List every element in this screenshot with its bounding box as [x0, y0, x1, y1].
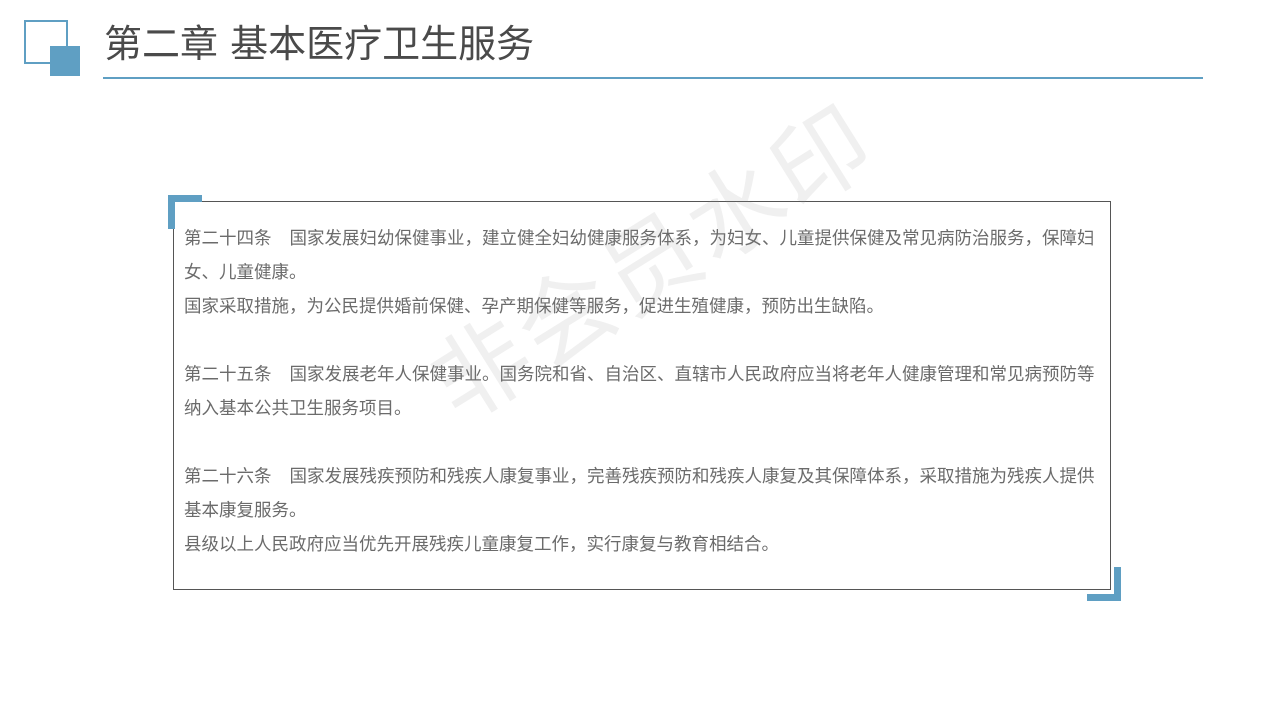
article-24: 第二十四条 国家发展妇幼保健事业，建立健全妇幼健康服务体系，为妇女、儿童提供保健及…: [184, 222, 1099, 324]
slide: 第二章 基本医疗卫生服务 第二十四条 国家发展妇幼保健事业，建立健全妇幼健康服务体…: [0, 0, 1280, 720]
title-underline: [103, 77, 1203, 79]
article-paragraph: 县级以上人民政府应当优先开展残疾儿童康复工作，实行康复与教育相结合。: [184, 535, 779, 555]
header-logo: [24, 20, 82, 78]
article-text: 国家发展残疾预防和残疾人康复事业，完善残疾预防和残疾人康复及其保障体系，采取措施…: [184, 467, 1095, 521]
frame-corner-top-left-vertical: [168, 195, 175, 229]
page-title: 第二章 基本医疗卫生服务: [104, 22, 535, 66]
article-number: 第二十四条: [184, 229, 272, 249]
article-paragraph: 国家采取措施，为公民提供婚前保健、孕产期保健等服务，促进生殖健康，预防出生缺陷。: [184, 297, 884, 317]
article-paragraph: 第二十五条 国家发展老年人保健事业。国务院和省、自治区、直辖市人民政府应当将老年人…: [184, 358, 1099, 426]
article-paragraph: 第二十六条 国家发展残疾预防和残疾人康复事业，完善残疾预防和残疾人康复及其保障体系…: [184, 460, 1099, 528]
article-text: 国家发展老年人保健事业。国务院和省、自治区、直辖市人民政府应当将老年人健康管理和…: [184, 365, 1095, 419]
article-25: 第二十五条 国家发展老年人保健事业。国务院和省、自治区、直辖市人民政府应当将老年人…: [184, 358, 1099, 426]
article-paragraph: 第二十四条 国家发展妇幼保健事业，建立健全妇幼健康服务体系，为妇女、儿童提供保健及…: [184, 222, 1099, 290]
frame-corner-bottom-right-vertical: [1114, 567, 1121, 601]
logo-filled-square: [50, 46, 80, 76]
article-text: 国家发展妇幼保健事业，建立健全妇幼健康服务体系，为妇女、儿童提供保健及常见病防治…: [184, 229, 1095, 283]
article-number: 第二十五条: [184, 365, 272, 385]
article-number: 第二十六条: [184, 467, 272, 487]
article-list: 第二十四条 国家发展妇幼保健事业，建立健全妇幼健康服务体系，为妇女、儿童提供保健及…: [184, 222, 1099, 562]
article-26: 第二十六条 国家发展残疾预防和残疾人康复事业，完善残疾预防和残疾人康复及其保障体系…: [184, 460, 1099, 562]
